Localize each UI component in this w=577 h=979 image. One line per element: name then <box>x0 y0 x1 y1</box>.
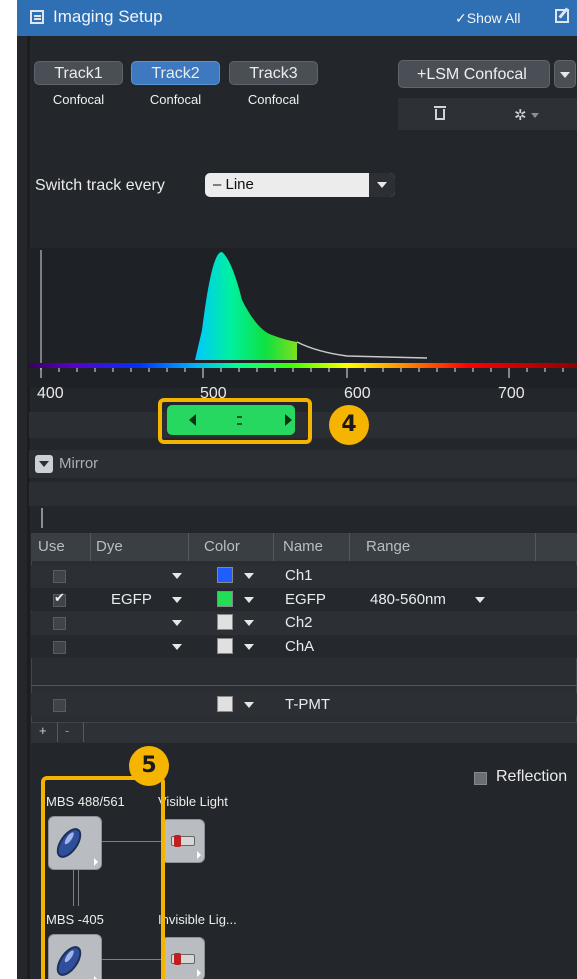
dye-dropdown-icon[interactable] <box>172 620 182 626</box>
color-swatch[interactable] <box>217 638 233 654</box>
color-swatch[interactable] <box>217 591 233 607</box>
connector-line <box>41 508 43 528</box>
header-divider <box>273 533 274 561</box>
row-divider <box>31 685 577 686</box>
color-swatch[interactable] <box>217 696 233 712</box>
color-dropdown-icon[interactable] <box>244 573 254 579</box>
detector-icon <box>171 835 195 847</box>
mirror-strip <box>29 482 577 506</box>
range-dropdown-icon[interactable] <box>475 597 485 603</box>
reflection-checkbox[interactable] <box>474 772 487 785</box>
switch-track-dropdown-icon[interactable] <box>369 173 395 197</box>
track3-button[interactable]: Track3 <box>229 61 318 85</box>
tick-marks <box>40 368 564 378</box>
color-dropdown-icon[interactable] <box>244 620 254 626</box>
emission-tail <box>296 341 428 359</box>
submenu-indicator-icon <box>197 969 201 977</box>
track-toolbox <box>398 98 577 130</box>
header-name[interactable]: Name <box>283 538 323 555</box>
header-use[interactable]: Use <box>38 538 65 555</box>
color-swatch[interactable] <box>217 567 233 583</box>
emission-spectrum-graph <box>29 250 577 378</box>
track2-mode: Confocal <box>149 92 202 107</box>
footer-divider <box>83 722 84 742</box>
edit-icon[interactable] <box>555 9 569 23</box>
invisible-light-label: Invisible Lig... <box>158 912 237 927</box>
show-all-label: Show All <box>466 10 521 26</box>
emission-peak <box>195 251 297 360</box>
header-divider <box>188 533 189 561</box>
color-dropdown-icon[interactable] <box>244 702 254 708</box>
mirror-label: Mirror <box>59 455 99 472</box>
lsm-dropdown-arrow[interactable] <box>554 60 576 88</box>
channel-name: Ch2 <box>285 614 313 631</box>
visible-light-button[interactable] <box>161 819 205 863</box>
invisible-light-button[interactable] <box>161 937 205 979</box>
add-lsm-confocal-button[interactable]: +LSM Confocal <box>398 60 550 88</box>
track1-button[interactable]: Track1 <box>34 61 123 85</box>
header-dye[interactable]: Dye <box>96 538 123 555</box>
use-checkbox[interactable] <box>53 570 66 583</box>
callout-4-highlight <box>158 398 312 444</box>
footer-divider <box>57 722 58 742</box>
channel-name: Ch1 <box>285 567 313 584</box>
callout-5-highlight <box>41 776 165 979</box>
submenu-indicator-icon <box>197 851 201 859</box>
dye-dropdown-icon[interactable] <box>172 573 182 579</box>
track2-button[interactable]: Track2 <box>131 61 220 85</box>
channel-name: ChA <box>285 638 315 655</box>
dye-dropdown-icon[interactable] <box>172 644 182 650</box>
tick-400: 400 <box>37 385 64 402</box>
header-color[interactable]: Color <box>204 538 240 555</box>
detector-icon <box>171 953 195 965</box>
header-divider <box>90 533 91 561</box>
switch-track-select[interactable]: – Line <box>205 173 395 197</box>
use-checkbox[interactable] <box>53 641 66 654</box>
table-footer <box>31 722 577 743</box>
remove-channel-button[interactable]: - <box>65 723 69 738</box>
channel-name: EGFP <box>285 591 326 608</box>
use-checkbox[interactable] <box>53 591 66 607</box>
callout-4-badge: 4 <box>329 405 369 445</box>
channel-name: T-PMT <box>285 696 330 713</box>
panel-title: Imaging Setup <box>53 7 163 26</box>
wavelength-color-bar <box>29 363 577 368</box>
header-divider <box>349 533 350 561</box>
mirror-section <box>29 450 577 478</box>
gear-icon[interactable]: ✲ <box>514 106 527 124</box>
dye-name[interactable]: EGFP <box>111 591 152 608</box>
switch-track-label: Switch track every <box>35 177 165 194</box>
tick-700: 700 <box>498 385 525 402</box>
trash-icon[interactable] <box>434 106 446 120</box>
tick-600: 600 <box>344 385 371 402</box>
title-bar: Imaging Setup ✓Show All <box>17 0 577 36</box>
color-dropdown-icon[interactable] <box>244 597 254 603</box>
add-channel-button[interactable]: + <box>39 723 47 738</box>
imaging-setup-panel: Imaging Setup ✓Show All Track1 Track2 Tr… <box>17 0 577 979</box>
header-range[interactable]: Range <box>366 538 410 555</box>
panel-icon <box>30 10 44 24</box>
mirror-expand-icon[interactable] <box>35 455 53 473</box>
color-dropdown-icon[interactable] <box>244 644 254 650</box>
show-all-toggle[interactable]: ✓Show All <box>455 10 520 27</box>
track3-mode: Confocal <box>247 92 300 107</box>
visible-light-label: Visible Light <box>158 794 228 809</box>
track1-mode: Confocal <box>52 92 105 107</box>
header-divider <box>535 533 536 561</box>
use-checkbox[interactable] <box>53 699 66 712</box>
gear-dropdown-icon[interactable] <box>531 113 539 118</box>
use-checkbox[interactable] <box>53 617 66 630</box>
reflection-label: Reflection <box>496 768 568 785</box>
dye-dropdown-icon[interactable] <box>172 597 182 603</box>
color-swatch[interactable] <box>217 614 233 630</box>
channel-range[interactable]: 480-560nm <box>370 591 446 608</box>
